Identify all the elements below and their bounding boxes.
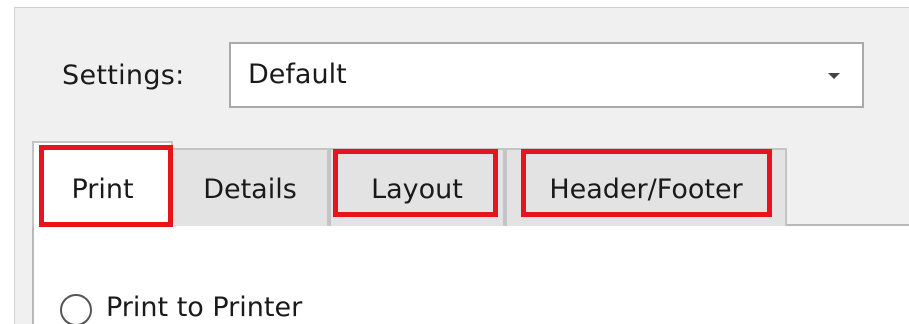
print-settings-screen: Settings: Default Print Details Layout H… (0, 0, 909, 324)
tab-header-footer-label: Header/Footer (549, 174, 743, 205)
settings-label: Settings: (62, 60, 185, 91)
tab-header-footer[interactable]: Header/Footer (505, 148, 787, 226)
tab-print[interactable]: Print (32, 141, 173, 227)
print-dialog: Settings: Default Print Details Layout H… (14, 7, 909, 324)
print-to-printer-label: Print to Printer (106, 292, 303, 323)
print-to-printer-radio[interactable] (60, 294, 92, 324)
tab-details[interactable]: Details (171, 148, 329, 226)
chevron-down-icon[interactable] (828, 73, 840, 79)
settings-dropdown[interactable]: Default (229, 42, 864, 108)
tab-layout-label: Layout (371, 174, 463, 205)
tab-print-label: Print (71, 174, 134, 205)
tab-layout[interactable]: Layout (329, 148, 505, 226)
tab-details-label: Details (203, 174, 297, 205)
settings-selected-value: Default (248, 59, 347, 90)
